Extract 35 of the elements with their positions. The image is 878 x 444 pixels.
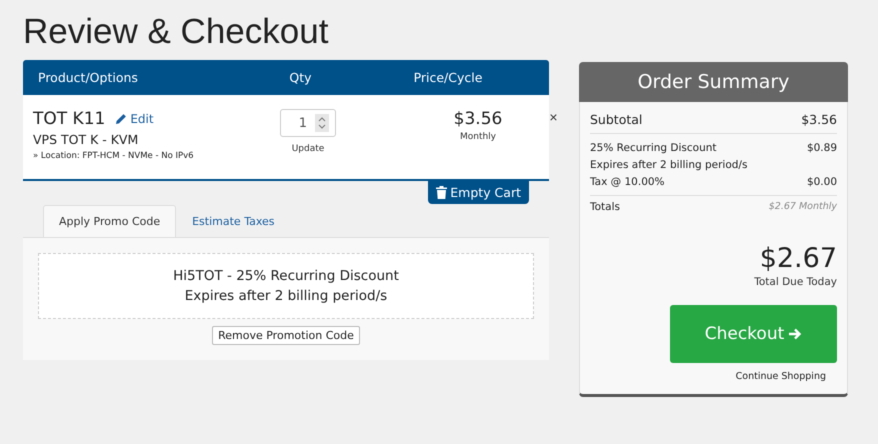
column-header: Product/Options (37, 70, 139, 85)
update-link[interactable]: Update (292, 144, 324, 154)
tab[interactable]: Apply Promo Code (43, 205, 176, 237)
promo-text: Expires after 2 billing period/s (184, 287, 388, 306)
summary-line-value: $0.89 (806, 141, 837, 156)
page-title: Review & Checkout (23, 11, 330, 53)
summary-line-label: 25% Recurring Discount (590, 141, 717, 156)
total-due: $2.67 (758, 243, 837, 274)
tab[interactable]: Estimate Taxes (176, 205, 291, 237)
totals-value: $2.67 Monthly (768, 201, 837, 213)
price: $3.56 (452, 109, 504, 129)
totals-label: Totals (590, 201, 620, 213)
remove-button[interactable]: × (548, 109, 559, 125)
product-group: VPS TOT K - KVM (33, 132, 248, 147)
subtotal-label: Subtotal (590, 112, 642, 127)
summary-line-value: $0.00 (806, 175, 837, 190)
quantity-field[interactable]: 1 (280, 109, 336, 137)
summary-line-label: Expires after 2 billing period/s (590, 158, 748, 173)
column-header: Price/Cycle (412, 70, 484, 85)
remove-promo-button[interactable]: Remove Promotion Code (212, 326, 360, 345)
edit-link[interactable]: Edit (115, 112, 154, 126)
product-option: » Location: FPT-HCM - NVMe - No IPv6 (33, 151, 248, 161)
summary-title: Order Summary (579, 62, 848, 102)
product-name: TOT K11 (33, 109, 106, 129)
empty-cart-button[interactable]: Empty Cart (428, 181, 529, 204)
arrow-right-icon (788, 327, 802, 341)
continue-shopping-link[interactable]: Continue Shopping (736, 371, 826, 382)
billing-cycle: Monthly (458, 132, 498, 142)
subtotal-value: $3.56 (801, 112, 837, 127)
total-due-label: Total Due Today (753, 276, 837, 288)
trash-icon (436, 186, 448, 199)
pencil-icon (115, 113, 128, 125)
summary-line-label: Tax @ 10.00% (590, 175, 665, 190)
column-header: Qty (288, 70, 313, 85)
promo-text: Hi5TOT - 25% Recurring Discount (172, 267, 400, 286)
